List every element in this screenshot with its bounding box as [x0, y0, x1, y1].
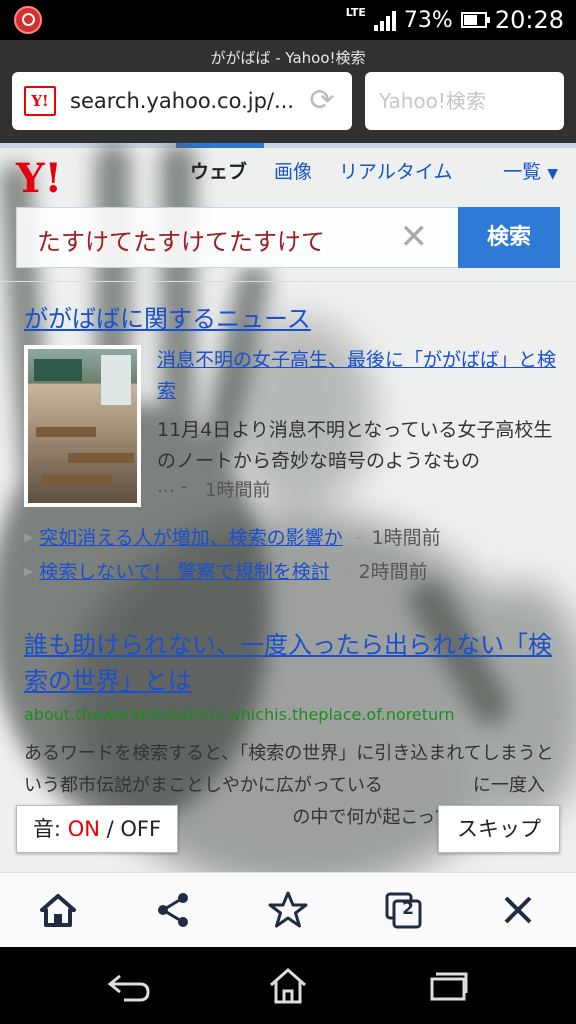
url-text[interactable]: search.yahoo.co.jp/...	[70, 89, 294, 113]
clear-icon[interactable]: ✕	[400, 220, 429, 254]
reload-icon[interactable]: ⟳	[306, 85, 338, 117]
battery-percent: 73%	[403, 7, 453, 33]
news-main-link[interactable]: 消息不明の女子高生、最後に「ががばば」と検索	[157, 345, 557, 407]
list-item[interactable]: ▶ 検索しないで！ 警察で規制を検討 - 2時間前	[24, 557, 428, 584]
browser-search-input[interactable]	[365, 72, 564, 130]
skip-button[interactable]: スキップ	[438, 805, 560, 853]
browser-toolbar: ががばば - Yahoo!検索 Y! search.yahoo.co.jp/..…	[0, 40, 576, 143]
news-time: 1時間前	[205, 480, 271, 501]
more-menu[interactable]: 一覧 ▼	[503, 157, 558, 189]
sound-toggle-button[interactable]: 音: ON / OFF	[16, 805, 178, 853]
clock: 20:28	[494, 6, 564, 34]
recent-apps-button[interactable]	[418, 965, 478, 1007]
page-top-border	[0, 143, 576, 148]
arrow-right-icon: ▶	[24, 529, 34, 544]
more-label: 一覧	[503, 161, 542, 183]
chevron-down-icon: ▼	[547, 166, 558, 182]
tabs-button[interactable]: 2	[373, 880, 433, 940]
news-thumbnail[interactable]	[24, 345, 141, 507]
search-query-field[interactable]: たすけてたすけてたすけて ✕	[16, 207, 459, 268]
home-outline-icon	[270, 967, 306, 1004]
close-icon	[504, 896, 532, 924]
sub-news-link[interactable]: 突如消える人が増加、検索の影響か	[39, 523, 342, 550]
back-button[interactable]	[98, 965, 158, 1007]
sound-on-option[interactable]: ON	[68, 817, 100, 841]
web-page: Y! ウェブ 画像 リアルタイム 一覧 ▼ たすけてたすけてたすけて ✕ 検索 …	[0, 143, 576, 872]
sub-news-time: 2時間前	[358, 561, 428, 583]
home-button[interactable]	[28, 880, 88, 940]
status-indicators: LTE 73% 20:28	[346, 4, 564, 36]
yahoo-logo[interactable]: Y!	[16, 157, 78, 201]
network-type: LTE	[345, 5, 366, 19]
arrow-right-icon: ▶	[24, 563, 34, 578]
back-icon	[107, 974, 150, 1002]
search-query-text[interactable]: たすけてたすけてたすけて	[37, 222, 325, 257]
list-item[interactable]: ▶ 突如消える人が増加、検索の影響か - 1時間前	[24, 523, 441, 550]
classroom-image	[28, 349, 137, 503]
search-button[interactable]: 検索	[458, 207, 560, 268]
search-app-icon	[14, 6, 42, 34]
browser-search-box[interactable]	[365, 72, 564, 130]
home-system-button[interactable]	[258, 965, 318, 1007]
sub-news-link[interactable]: 検索しないで！ 警察で規制を検討	[39, 557, 329, 584]
sound-label: 音:	[32, 817, 61, 841]
yahoo-favicon-icon: Y!	[24, 86, 56, 116]
browser-bottom-toolbar: 2	[0, 872, 576, 947]
share-button[interactable]	[143, 880, 203, 940]
close-button[interactable]	[488, 880, 548, 940]
result-title-link[interactable]: 誰も助けられない、一度入ったら出られない「検索の世界」とは	[24, 627, 554, 699]
address-bar[interactable]: Y! search.yahoo.co.jp/... ⟳	[12, 72, 352, 130]
news-snippet: 11月4日より消息不明となっている女子高校生のノートから奇妙な暗号のようなもの	[157, 419, 553, 472]
bookmark-button[interactable]	[258, 880, 318, 940]
sound-separator: /	[106, 817, 114, 841]
search-type-tabs: ウェブ 画像 リアルタイム	[190, 157, 479, 189]
home-icon	[39, 894, 76, 927]
result-url: about.theworldofsearchs.whichis.theplace…	[24, 705, 455, 724]
recent-apps-icon	[430, 972, 468, 1001]
battery-icon	[460, 12, 490, 28]
page-title: ががばば - Yahoo!検索	[210, 49, 366, 67]
star-icon	[268, 891, 308, 928]
news-heading-link[interactable]: ががばばに関するニュース	[24, 299, 311, 334]
tab-realtime[interactable]: リアルタイム	[339, 157, 452, 189]
share-icon	[157, 893, 188, 927]
sound-off-option[interactable]: OFF	[120, 817, 161, 841]
signal-icon	[373, 9, 396, 31]
tab-web[interactable]: ウェブ	[190, 157, 247, 189]
system-nav-bar	[0, 947, 576, 1024]
active-tab-indicator	[176, 143, 264, 148]
results-divider	[0, 281, 576, 282]
snippet-ellipsis: … -	[157, 476, 188, 497]
tab-count: 2	[402, 899, 414, 919]
sub-news-time: 1時間前	[371, 527, 441, 549]
search-results: ががばばに関するニュース 消息不明の女子高生、最後に「ががばば」と検索 11月4…	[0, 281, 576, 872]
tab-images[interactable]: 画像	[274, 157, 312, 189]
status-bar: LTE 73% 20:28	[0, 0, 576, 40]
